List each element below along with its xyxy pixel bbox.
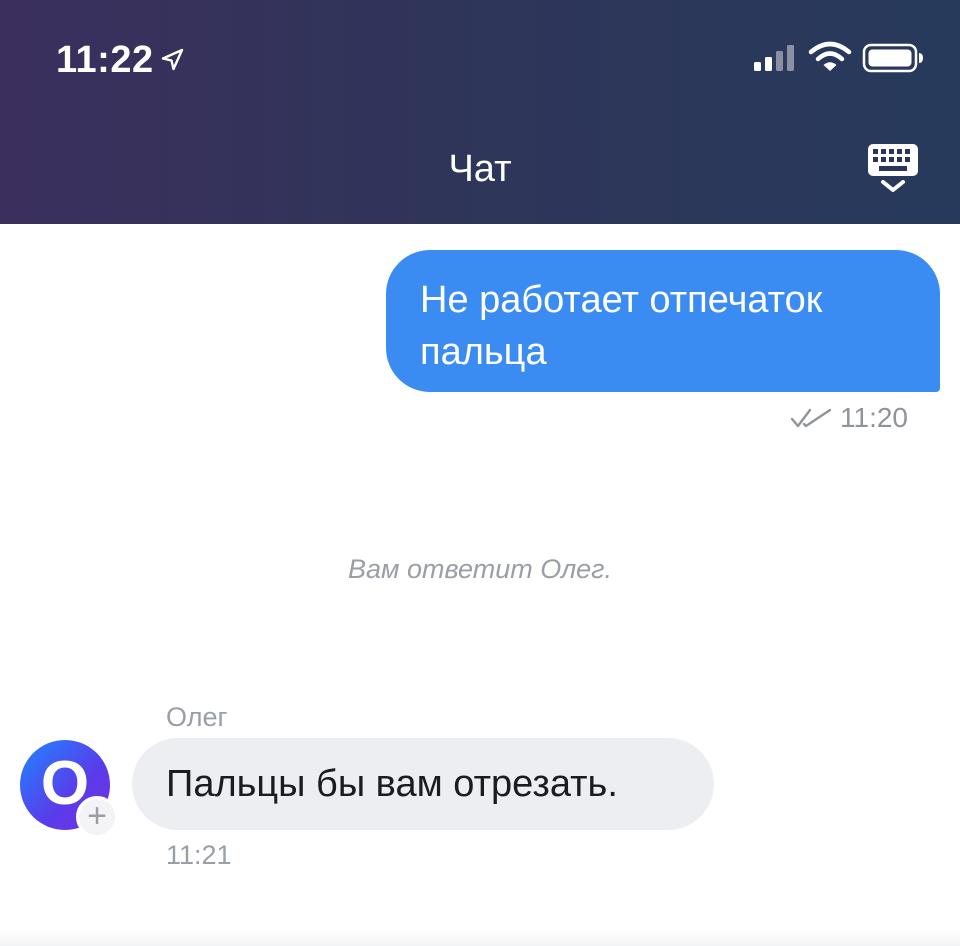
system-message: Вам ответит Олег. [347,554,612,584]
wifi-icon [808,41,852,71]
bottom-fade [0,930,960,946]
double-check-icon [790,408,832,428]
outgoing-message-time: 11:20 [840,402,908,433]
outgoing-message-text: Не работает отпечаток пальца [420,279,823,373]
incoming-message-time: 11:21 [166,840,232,870]
status-time: 11:22 [56,39,154,81]
page-title: Чат [448,148,512,190]
outgoing-message-bubble[interactable]: Не работает отпечаток пальца [386,250,940,392]
cellular-signal-icon [754,45,794,71]
location-arrow-icon [161,48,184,71]
outgoing-message-meta: 11:20 [790,400,908,436]
incoming-message-text: Пальцы бы вам отрезать. [166,763,618,805]
keyboard-hide-icon[interactable] [862,140,924,196]
plus-icon[interactable]: + [76,796,118,838]
avatar[interactable]: O + [20,740,118,838]
sender-name: Олег [166,702,228,732]
incoming-message-bubble[interactable]: Пальцы бы вам отрезать. [132,738,714,830]
chat-header: 11:22 Чат [0,0,960,224]
battery-icon [862,43,923,73]
chat-screen: 11:22 Чат Не работает отпечаток пальца 1… [0,0,960,946]
